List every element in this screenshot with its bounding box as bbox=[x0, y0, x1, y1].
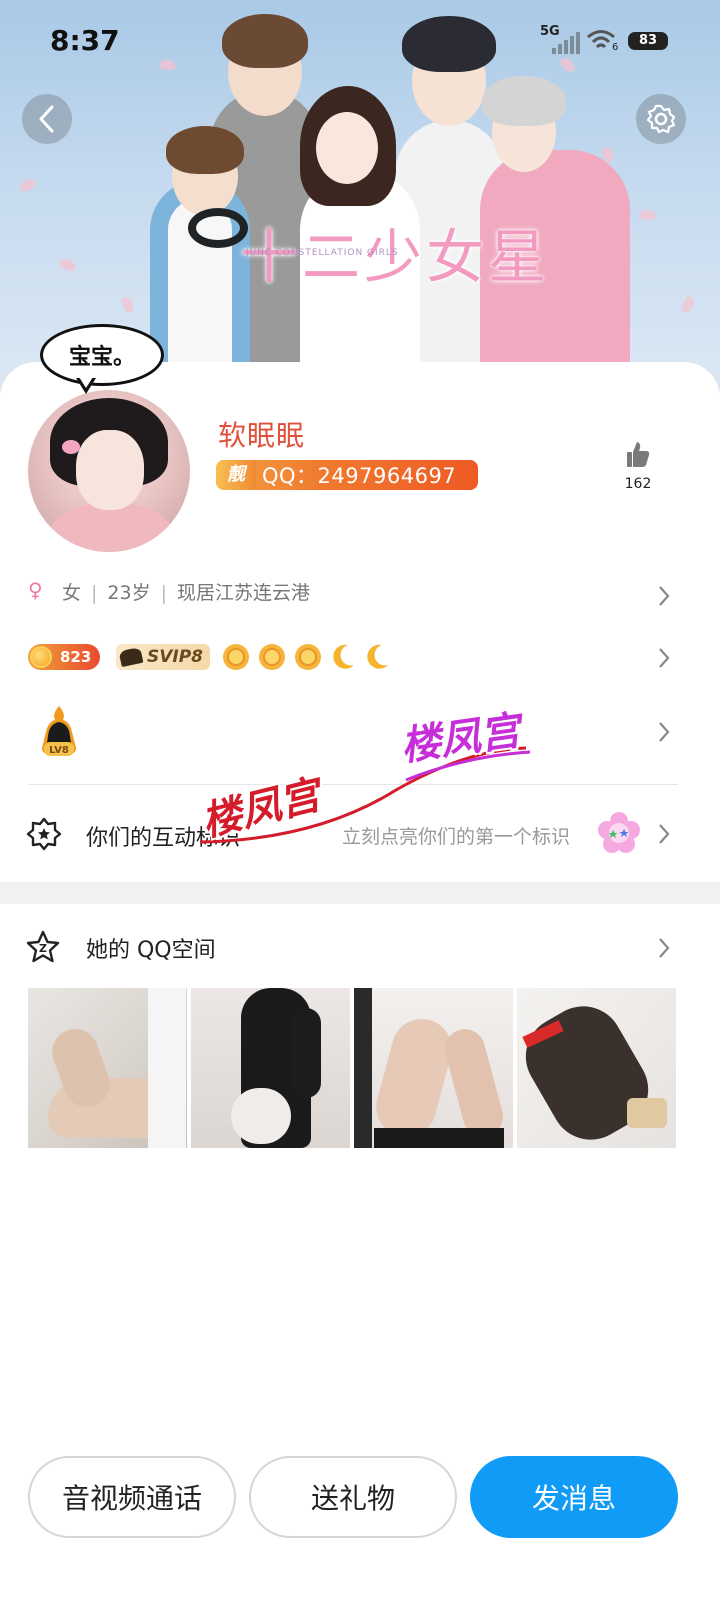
qzone-photo[interactable] bbox=[28, 988, 187, 1148]
svip-hat-icon bbox=[118, 646, 144, 668]
age-text: 23岁 bbox=[107, 582, 151, 604]
chevron-right-icon bbox=[659, 824, 670, 844]
coin-count: 823 bbox=[60, 648, 92, 666]
location-text: 现居江苏连云港 bbox=[177, 582, 311, 604]
level-penguin-icon: LV8 bbox=[42, 706, 76, 756]
like-count: 162 bbox=[624, 476, 652, 492]
video-call-button[interactable]: 音视频通话 bbox=[28, 1456, 236, 1538]
chevron-right-icon bbox=[659, 722, 670, 742]
qzone-star-icon: Z bbox=[26, 930, 60, 963]
level-label: LV8 bbox=[49, 745, 69, 756]
battery-icon: 83 bbox=[628, 32, 668, 50]
moon-icon bbox=[367, 644, 388, 669]
coin-badge: 823 bbox=[28, 644, 100, 670]
sun-icon bbox=[259, 644, 285, 670]
avatar[interactable] bbox=[28, 390, 190, 552]
svg-text:Z: Z bbox=[39, 942, 47, 955]
qzone-photo[interactable] bbox=[354, 988, 513, 1148]
chevron-right-icon bbox=[659, 586, 670, 606]
back-button[interactable] bbox=[22, 94, 72, 144]
thumbs-up-icon bbox=[627, 442, 650, 467]
section-separator bbox=[0, 882, 720, 904]
gender-text: 女 bbox=[62, 582, 82, 604]
profile-page: 十二少女星 JUNE CONSTELLATION GIRLS 8:37 5G 6… bbox=[0, 0, 720, 1600]
nickname: 软眠眠 bbox=[218, 419, 306, 452]
gear-icon bbox=[646, 104, 676, 134]
coin-icon bbox=[30, 646, 52, 668]
qq-number: QQ：2497964697 bbox=[262, 464, 457, 488]
cover-subtitle: JUNE CONSTELLATION GIRLS bbox=[246, 248, 399, 258]
svip-label: SVIP8 bbox=[147, 647, 204, 667]
like-button[interactable]: 162 bbox=[618, 440, 658, 492]
sun-icon bbox=[223, 644, 249, 670]
moon-icon bbox=[333, 644, 354, 669]
settings-button[interactable] bbox=[636, 94, 686, 144]
status-bar: 8:37 5G 6 83 bbox=[0, 0, 720, 80]
wifi-label: 6 bbox=[612, 42, 619, 53]
level-badges-row[interactable]: 823 SVIP8 bbox=[0, 636, 720, 680]
qzone-photo-grid bbox=[28, 988, 676, 1148]
chevron-right-icon bbox=[659, 938, 670, 958]
qq-number-badge[interactable]: 靓 QQ：2497964697 bbox=[216, 460, 478, 490]
chevron-right-icon bbox=[659, 648, 670, 668]
liang-badge-label: 靓 bbox=[216, 460, 256, 490]
svip-badge: SVIP8 bbox=[116, 644, 210, 670]
basic-info-row[interactable]: ♀ 女 | 23岁 | 现居江苏连云港 bbox=[0, 574, 720, 614]
signal-icon bbox=[548, 30, 580, 54]
qzone-title: 她的 QQ空间 bbox=[86, 938, 216, 963]
interaction-badge-icon bbox=[26, 817, 62, 851]
status-time: 8:37 bbox=[50, 24, 120, 57]
flower-badge-icon bbox=[598, 812, 640, 853]
send-gift-button[interactable]: 送礼物 bbox=[249, 1456, 457, 1538]
qzone-photo[interactable] bbox=[191, 988, 350, 1148]
qzone-photo[interactable] bbox=[517, 988, 676, 1148]
chevron-left-icon bbox=[39, 105, 54, 133]
status-bubble[interactable]: 宝宝。 bbox=[40, 324, 164, 386]
sun-icon bbox=[295, 644, 321, 670]
send-message-button[interactable]: 发消息 bbox=[470, 1456, 678, 1538]
qzone-row[interactable]: Z 她的 QQ空间 bbox=[0, 926, 720, 970]
female-icon: ♀ bbox=[28, 578, 43, 602]
